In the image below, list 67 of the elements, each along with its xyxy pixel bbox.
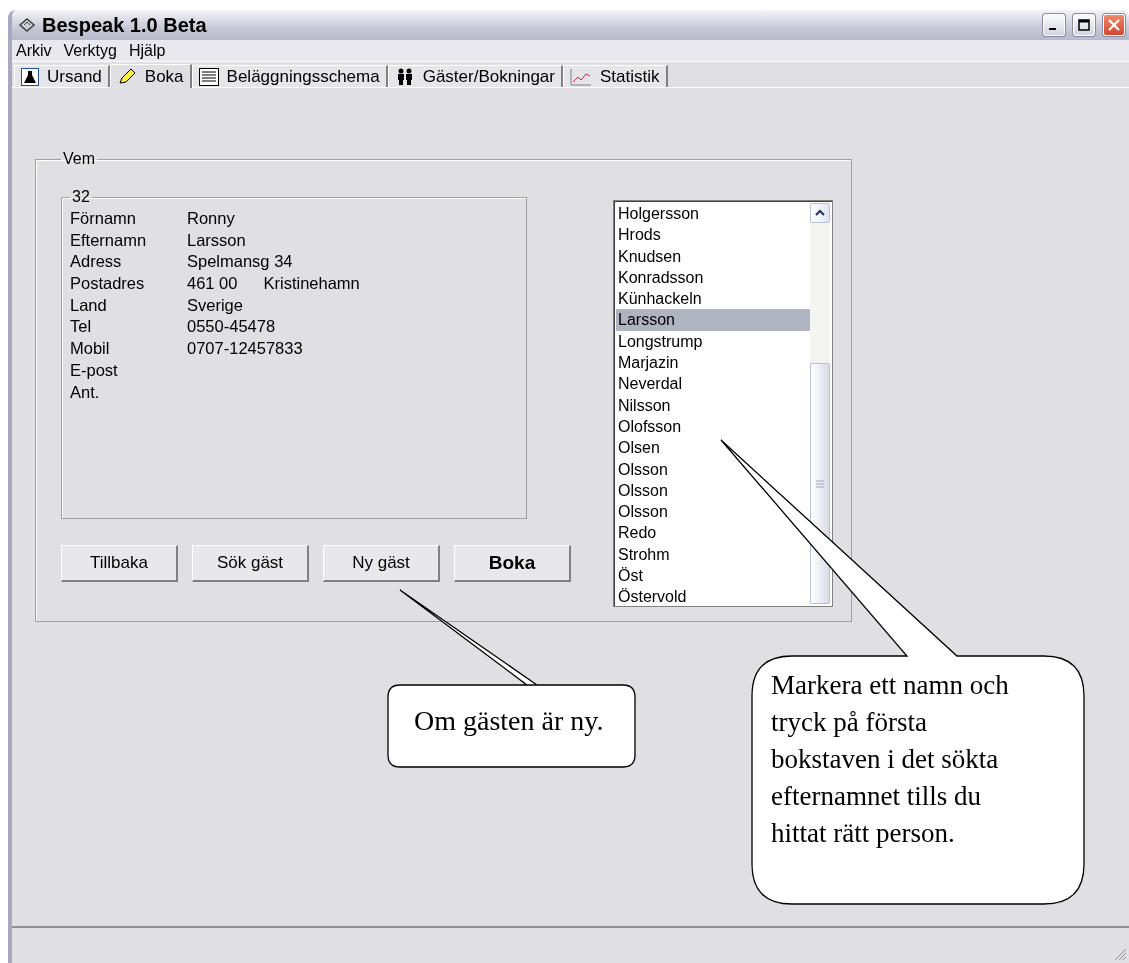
list-item[interactable]: Marjazin — [616, 352, 679, 374]
tab[interactable]: Boka — [109, 64, 192, 88]
action-button[interactable]: Tillbaka — [61, 545, 178, 582]
caret-up-icon — [815, 209, 825, 217]
tab[interactable]: Beläggningsschema — [191, 65, 388, 87]
field-value: 0550-45478 — [187, 316, 277, 338]
pencil-icon — [116, 67, 137, 86]
group-title: Vem — [62, 150, 96, 168]
field-label: Mobil — [70, 338, 111, 360]
scroll-up-button[interactable] — [810, 203, 830, 223]
field-value: Sverige — [187, 294, 244, 316]
list-item[interactable]: Olofsson — [616, 415, 682, 438]
tab[interactable]: Statistik — [562, 65, 668, 87]
field-label: Förnamn — [70, 208, 138, 229]
list-item[interactable]: Nilsson — [616, 394, 671, 416]
grip-icon — [816, 479, 824, 488]
guest-number: 32 — [71, 188, 91, 206]
list-item[interactable]: Olsson — [616, 479, 668, 502]
surname-list[interactable]: Holgersson Hrods Knudsen Konradsson Künhackeln Larsson Longstrump Marjazin Neverdal Nilsson Olofsson Olsen Olsson Olsson Olsson Redo Strohm Öst Östervold — [613, 200, 833, 607]
field-value: 461 00 — [187, 273, 238, 295]
action-button[interactable]: Sök gäst — [192, 545, 309, 582]
menu-item[interactable]: Hjälp — [128, 41, 166, 60]
tab[interactable]: Gäster/Bokningar — [387, 65, 563, 87]
list-item[interactable]: Longstrump — [616, 330, 703, 353]
list-item[interactable]: Olsson — [616, 501, 668, 523]
list-item[interactable]: Holgersson — [616, 203, 699, 225]
maximize-button[interactable] — [1073, 14, 1095, 36]
list-item[interactable]: Knudsen — [616, 245, 682, 267]
field-label: Ant. — [70, 381, 101, 403]
list-item[interactable]: Öst — [616, 565, 643, 587]
list-item[interactable]: Olsson — [616, 458, 668, 480]
list-item[interactable]: Östervold — [616, 586, 687, 608]
menu-item[interactable]: Arkiv — [16, 41, 52, 60]
list-item[interactable]: Larsson — [616, 309, 810, 331]
list-item[interactable]: Redo — [616, 522, 657, 544]
field-value: 0707-12457833 — [187, 338, 304, 360]
field-label: Adress — [70, 251, 123, 273]
list-item[interactable]: Strohm — [616, 543, 670, 566]
maximize-icon — [1078, 19, 1090, 31]
field-label: Efternamn — [70, 229, 148, 251]
app-icon — [18, 17, 36, 33]
tab[interactable]: Ursand — [14, 65, 110, 87]
minimize-button[interactable] — [1043, 14, 1065, 36]
minimize-icon — [1048, 28, 1056, 30]
field-value: Spelmansg 34 — [187, 251, 294, 273]
callout-text: Om gästen är ny. — [414, 704, 604, 738]
field-label: Tel — [70, 316, 93, 338]
field-value: Kristinehamn — [263, 273, 360, 295]
field-label: Postadres — [70, 273, 146, 295]
field-value: Ronny — [187, 208, 236, 229]
list-item[interactable]: Olsen — [616, 437, 660, 459]
close-icon — [1108, 19, 1120, 31]
action-button[interactable]: Ny gäst — [323, 545, 440, 582]
action-button[interactable]: Boka — [454, 545, 571, 582]
field-value: Larsson — [187, 229, 247, 251]
list-item[interactable]: Künhackeln — [616, 288, 702, 310]
close-button[interactable] — [1103, 14, 1125, 36]
resize-grip-icon[interactable] — [1113, 947, 1127, 961]
field-label: E-post — [70, 359, 119, 381]
list-item[interactable]: Konradsson — [616, 266, 704, 289]
menu-item[interactable]: Verktyg — [63, 41, 117, 60]
field-label: Land — [70, 294, 108, 316]
list-item[interactable]: Neverdal — [616, 373, 683, 395]
callout-text: Markera ett namn och tryck på första bokstaven i det sökta efternamnet tills du hittat rätt person. — [771, 669, 1010, 850]
chart-icon — [569, 67, 592, 86]
list-item[interactable]: Hrods — [616, 224, 661, 246]
window-title: Bespeak 1.0 Beta — [42, 13, 208, 37]
